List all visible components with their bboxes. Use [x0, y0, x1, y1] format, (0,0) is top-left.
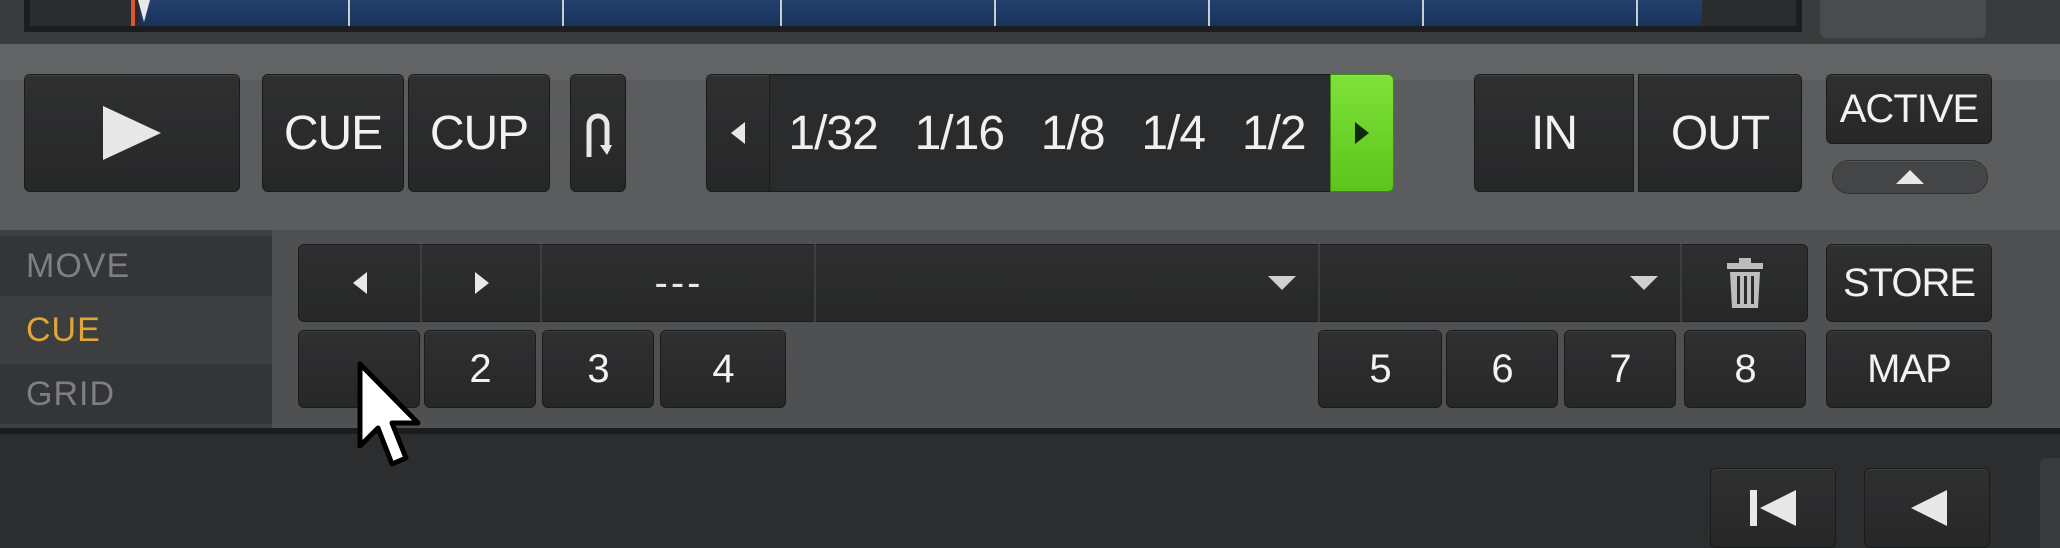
hotcue-button-4[interactable]: 4	[660, 330, 786, 408]
hotcue-label: 7	[1609, 346, 1631, 391]
cue-name-field[interactable]: ---	[544, 246, 814, 320]
waveform-display[interactable]	[140, 0, 1702, 26]
cue-delete-button[interactable]	[1684, 246, 1806, 320]
beatjump-size-selector: 1/32 1/16 1/8 1/4 1/2	[770, 74, 1330, 192]
skip-to-start-icon	[1750, 490, 1796, 526]
chevron-down-icon	[1630, 276, 1658, 290]
loop-in-button[interactable]: IN	[1474, 74, 1634, 192]
play-button[interactable]	[24, 74, 240, 192]
cup-button-label: CUP	[429, 106, 529, 160]
cup-button[interactable]: CUP	[408, 74, 550, 192]
hotcue-button-6[interactable]: 6	[1446, 330, 1558, 408]
play-reverse-icon	[1911, 490, 1947, 526]
rewind-button[interactable]	[1864, 468, 1990, 548]
hotcue-button-5[interactable]: 5	[1318, 330, 1442, 408]
tab-grid[interactable]: GRID	[0, 364, 272, 424]
hotcue-label: 4	[712, 346, 734, 391]
beatjump-size-option[interactable]: 1/8	[1041, 106, 1106, 161]
waveform-side-panel	[1820, 0, 1986, 38]
tab-move[interactable]: MOVE	[0, 236, 272, 296]
cue-type-select[interactable]	[818, 246, 1318, 320]
divider	[420, 244, 422, 322]
beat-marker	[1636, 0, 1638, 26]
divider	[814, 244, 816, 322]
chevron-right-icon	[1355, 122, 1369, 144]
active-expand-button[interactable]	[1832, 160, 1988, 194]
hotcue-label: 2	[469, 346, 491, 391]
map-button-label: MAP	[1867, 346, 1952, 391]
playhead-line	[131, 0, 135, 26]
beatjump-prev-button[interactable]	[706, 74, 770, 192]
loop-toggle-button[interactable]	[570, 74, 626, 192]
hotcue-label: 6	[1491, 346, 1513, 391]
divider	[1680, 244, 1682, 322]
map-button[interactable]: MAP	[1826, 330, 1992, 408]
beatjump-size-option[interactable]: 1/2	[1242, 106, 1307, 161]
trash-icon	[1727, 258, 1763, 308]
hotcue-label: 8	[1734, 346, 1756, 391]
play-icon	[103, 106, 161, 160]
chevron-left-icon	[353, 272, 367, 294]
divider	[540, 244, 542, 322]
chevron-right-icon	[475, 272, 489, 294]
chevron-up-icon	[1896, 170, 1924, 184]
beat-marker	[562, 0, 564, 26]
active-button-label: ACTIVE	[1839, 86, 1979, 131]
hotcue-button-1[interactable]	[298, 330, 420, 408]
hotcue-label: 3	[587, 346, 609, 391]
beatjump-size-option[interactable]: 1/4	[1141, 106, 1206, 161]
playhead-marker	[138, 0, 150, 22]
loop-out-button[interactable]: OUT	[1638, 74, 1802, 192]
hotcue-label: 5	[1369, 346, 1391, 391]
cue-prev-button[interactable]	[300, 246, 420, 320]
beatjump-next-button[interactable]	[1330, 74, 1394, 192]
beatjump-size-option[interactable]: 1/32	[788, 106, 878, 161]
cue-length-select[interactable]	[1322, 246, 1680, 320]
beat-marker	[1422, 0, 1424, 26]
store-button[interactable]: STORE	[1826, 244, 1992, 322]
loop-icon	[586, 113, 612, 157]
cue-button-label: CUE	[283, 106, 383, 160]
tab-cue[interactable]: CUE	[0, 300, 272, 360]
beatjump-size-option[interactable]: 1/16	[915, 106, 1005, 161]
divider	[1318, 244, 1320, 322]
cue-next-button[interactable]	[424, 246, 540, 320]
hotcue-button-2[interactable]: 2	[424, 330, 536, 408]
active-button[interactable]: ACTIVE	[1826, 74, 1992, 144]
cue-button[interactable]: CUE	[262, 74, 404, 192]
beat-marker	[1208, 0, 1210, 26]
beat-marker	[780, 0, 782, 26]
store-button-label: STORE	[1842, 260, 1976, 305]
bottom-right-panel	[2040, 458, 2060, 548]
chevron-down-icon	[1268, 276, 1296, 290]
loop-out-label: OUT	[1670, 106, 1770, 160]
jump-to-start-button[interactable]	[1710, 468, 1836, 548]
chevron-left-icon	[731, 122, 745, 144]
hotcue-button-8[interactable]: 8	[1684, 330, 1806, 408]
hotcue-button-3[interactable]: 3	[542, 330, 654, 408]
beat-marker	[994, 0, 996, 26]
loop-in-label: IN	[1531, 106, 1578, 160]
hotcue-button-7[interactable]: 7	[1564, 330, 1676, 408]
beat-marker	[348, 0, 350, 26]
